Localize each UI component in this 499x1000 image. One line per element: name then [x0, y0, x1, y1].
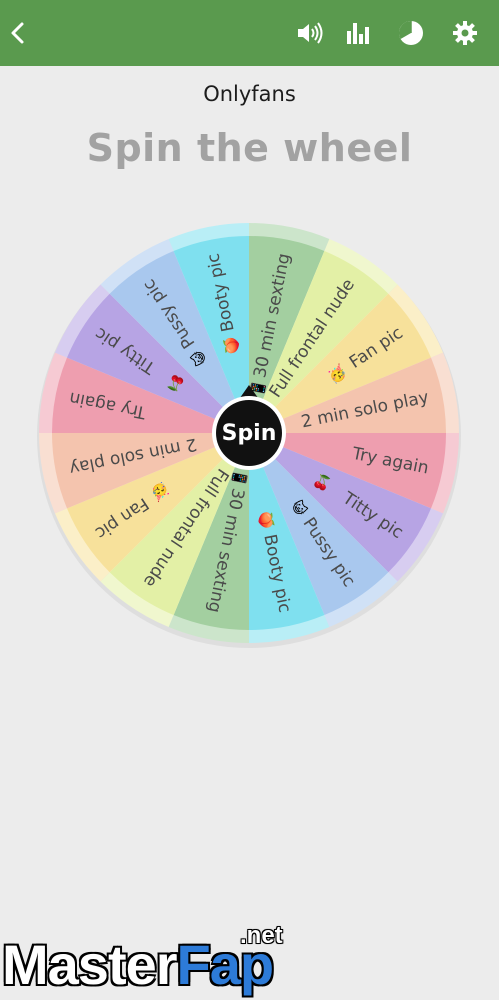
watermark-main: Master: [2, 933, 178, 996]
wheel-slice-emoji: 📱: [230, 468, 250, 488]
spin-button-label[interactable]: Spin: [222, 421, 277, 446]
watermark-accent: Fap: [176, 933, 275, 996]
watermark-text: MasterFap: [2, 937, 274, 993]
spin-wheel[interactable]: 30 min sexting 📱 Full frontal nude Fan pic 🥳…: [0, 0, 499, 700]
